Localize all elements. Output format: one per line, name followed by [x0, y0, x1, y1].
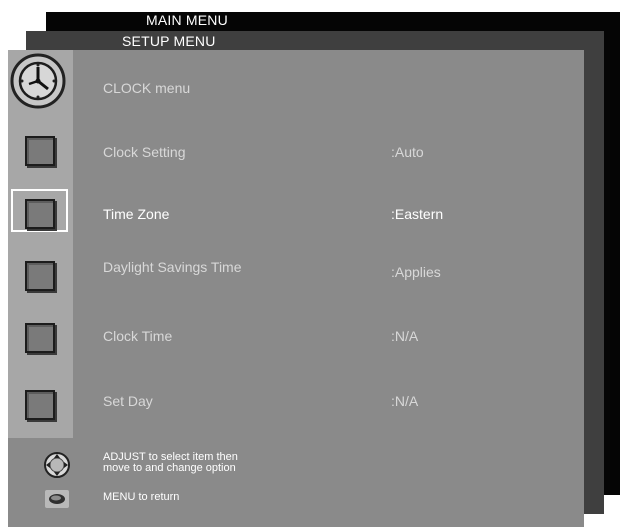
clock-setting-label[interactable]: Clock Setting — [103, 145, 185, 160]
menu-return-help: MENU to return — [103, 491, 180, 503]
clock-menu-title: CLOCK menu — [103, 80, 191, 96]
clock-setting-icon-button[interactable] — [25, 136, 55, 166]
clock-setting-value[interactable]: :Auto — [391, 145, 424, 160]
clock-time-label[interactable]: Clock Time — [103, 329, 172, 344]
time-zone-label[interactable]: Time Zone — [103, 207, 169, 222]
clock-icon — [10, 53, 66, 109]
clock-menu-panel: CLOCK menu Clock Setting :Auto Time Zone… — [8, 50, 584, 527]
daylight-savings-icon-button[interactable] — [25, 261, 55, 291]
square-icon — [25, 136, 55, 166]
adjust-dial-icon — [44, 452, 70, 478]
set-day-value[interactable]: :N/A — [391, 394, 418, 409]
daylight-savings-value[interactable]: :Applies — [391, 265, 441, 280]
main-menu-title: MAIN MENU — [146, 12, 228, 28]
menu-button-icon — [45, 490, 69, 508]
setup-menu-title: SETUP MENU — [122, 33, 216, 49]
clock-time-value[interactable]: :N/A — [391, 329, 418, 344]
square-icon — [25, 199, 55, 229]
time-zone-value[interactable]: :Eastern — [391, 207, 443, 222]
square-icon — [25, 261, 55, 291]
daylight-savings-label[interactable]: Daylight Savings Time — [103, 260, 243, 275]
menu-icon-sidebar — [8, 50, 73, 438]
time-zone-icon-button[interactable] — [25, 199, 55, 229]
square-icon — [25, 323, 55, 353]
clock-time-icon-button[interactable] — [25, 323, 55, 353]
set-day-icon-button[interactable] — [25, 390, 55, 420]
adjust-help-line-2: move to and change option — [103, 462, 236, 474]
square-icon — [25, 390, 55, 420]
set-day-label[interactable]: Set Day — [103, 394, 153, 409]
